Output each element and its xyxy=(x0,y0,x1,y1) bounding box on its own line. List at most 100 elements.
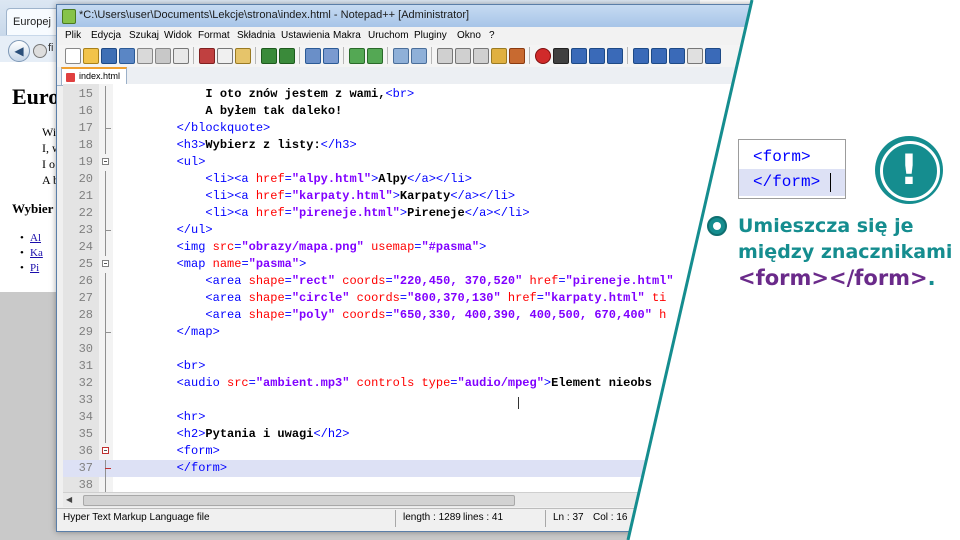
code-line[interactable]: 29 </map> xyxy=(63,324,817,341)
menu-okno[interactable]: Okno xyxy=(457,30,481,41)
code-line[interactable]: 15 I oto znów jestem z wami,<br> xyxy=(63,86,817,103)
code-line[interactable]: 32 <audio src="ambient.mp3" controls typ… xyxy=(63,375,817,392)
menu-widok[interactable]: Widok xyxy=(164,30,192,41)
code-text[interactable]: <li><a href="karpaty.html">Karpaty</a></… xyxy=(119,188,515,205)
paste-icon[interactable] xyxy=(235,48,251,64)
word-wrap-icon[interactable] xyxy=(437,48,453,64)
menu-uruchom[interactable]: Uruchom xyxy=(368,30,409,41)
address-bar[interactable]: fi xyxy=(48,42,54,54)
sync-vertical-icon[interactable] xyxy=(393,48,409,64)
undo-icon[interactable] xyxy=(261,48,277,64)
menu-skladnia[interactable]: Składnia xyxy=(237,30,275,41)
plugin-icon[interactable] xyxy=(705,48,721,64)
code-text[interactable]: </map> xyxy=(119,324,220,341)
menu-plik[interactable]: Plik xyxy=(65,30,81,41)
stop-macro-icon[interactable] xyxy=(553,48,569,64)
plugin-icon[interactable] xyxy=(669,48,685,64)
save-macro-icon[interactable] xyxy=(607,48,623,64)
scrollbar-thumb[interactable] xyxy=(83,495,515,506)
code-line[interactable]: 25 <map name="pasma"> xyxy=(63,256,817,273)
code-line[interactable]: 31 <br> xyxy=(63,358,817,375)
code-text[interactable]: <h2>Pytania i uwagi</h2> xyxy=(119,426,350,443)
code-line[interactable]: 21 <li><a href="karpaty.html">Karpaty</a… xyxy=(63,188,817,205)
cut-icon[interactable] xyxy=(199,48,215,64)
fold-toggle-icon[interactable] xyxy=(102,260,109,267)
code-line[interactable]: 18 <h3>Wybierz z listy:</h3> xyxy=(63,137,817,154)
code-text[interactable]: <img src="obrazy/mapa.png" usemap="#pasm… xyxy=(119,239,487,256)
code-text[interactable]: <h3>Wybierz z listy:</h3> xyxy=(119,137,357,154)
doc-map-icon[interactable] xyxy=(509,48,525,64)
code-text[interactable]: <area shape="rect" coords="220,450, 370,… xyxy=(119,273,673,290)
plugin-icon[interactable] xyxy=(633,48,649,64)
code-text[interactable]: <hr> xyxy=(119,409,206,426)
menu-szukaj[interactable]: Szukaj xyxy=(129,30,159,41)
zoom-out-icon[interactable] xyxy=(367,48,383,64)
code-text[interactable]: </ul> xyxy=(119,222,213,239)
replace-icon[interactable] xyxy=(323,48,339,64)
code-text[interactable]: <br> xyxy=(119,358,206,375)
fold-toggle-icon[interactable] xyxy=(102,158,109,165)
fold-toggle-icon[interactable] xyxy=(102,447,109,454)
code-line[interactable]: 24 <img src="obrazy/mapa.png" usemap="#p… xyxy=(63,239,817,256)
code-text[interactable]: </blockquote> xyxy=(119,120,271,137)
save-icon[interactable] xyxy=(101,48,117,64)
menu-ustawienia[interactable]: Ustawienia xyxy=(281,30,330,41)
code-line[interactable]: 17 </blockquote> xyxy=(63,120,817,137)
code-line[interactable]: 33 xyxy=(63,392,817,409)
indent-guide-icon[interactable] xyxy=(473,48,489,64)
menu-format[interactable]: Format xyxy=(198,30,230,41)
menu-pluginy[interactable]: Pluginy xyxy=(414,30,447,41)
code-text[interactable]: <area shape="circle" coords="800,370,130… xyxy=(119,290,666,307)
code-text[interactable]: <map name="pasma"> xyxy=(119,256,307,273)
record-macro-icon[interactable] xyxy=(535,48,551,64)
menu-help[interactable]: ? xyxy=(489,30,495,41)
copy-icon[interactable] xyxy=(217,48,233,64)
print-icon[interactable] xyxy=(173,48,189,64)
code-text[interactable]: </form> xyxy=(119,460,227,477)
play-macro-icon[interactable] xyxy=(571,48,587,64)
new-file-icon[interactable] xyxy=(65,48,81,64)
find-icon[interactable] xyxy=(305,48,321,64)
zoom-in-icon[interactable] xyxy=(349,48,365,64)
back-arrow-icon[interactable]: ◀ xyxy=(8,40,30,62)
horizontal-scrollbar[interactable]: ◀ xyxy=(63,492,817,507)
code-text[interactable]: <li><a href="alpy.html">Alpy</a></li> xyxy=(119,171,471,188)
close-all-icon[interactable] xyxy=(155,48,171,64)
code-line[interactable]: 22 <li><a href="pireneje.html">Pireneje<… xyxy=(63,205,817,222)
code-line[interactable]: 36 <form> xyxy=(63,443,817,460)
code-line[interactable]: 19 <ul> xyxy=(63,154,817,171)
redo-icon[interactable] xyxy=(279,48,295,64)
sync-horizontal-icon[interactable] xyxy=(411,48,427,64)
page-link[interactable]: Al xyxy=(20,232,41,244)
language-icon[interactable] xyxy=(491,48,507,64)
code-editor[interactable]: 15 I oto znów jestem z wami,<br> 16 A był… xyxy=(63,84,817,492)
code-text[interactable]: <area shape="poly" coords="650,330, 400,… xyxy=(119,307,666,324)
code-line[interactable]: 16 A byłem tak daleko! xyxy=(63,103,817,120)
code-line[interactable]: 34 <hr> xyxy=(63,409,817,426)
code-text[interactable]: <li><a href="pireneje.html">Pireneje</a>… xyxy=(119,205,529,222)
code-line[interactable]: 37 </form> xyxy=(63,460,817,477)
code-text[interactable]: <form> xyxy=(119,443,220,460)
run-macro-multiple-icon[interactable] xyxy=(589,48,605,64)
code-line[interactable]: 27 <area shape="circle" coords="800,370,… xyxy=(63,290,817,307)
code-text[interactable]: I oto znów jestem z wami,<br> xyxy=(119,86,414,103)
code-text[interactable]: A byłem tak daleko! xyxy=(119,103,342,120)
code-line[interactable]: 23 </ul> xyxy=(63,222,817,239)
save-all-icon[interactable] xyxy=(119,48,135,64)
code-line[interactable]: 30 xyxy=(63,341,817,358)
code-text[interactable]: <ul> xyxy=(119,154,206,171)
scroll-left-icon[interactable]: ◀ xyxy=(66,495,72,504)
code-line[interactable]: 26 <area shape="rect" coords="220,450, 3… xyxy=(63,273,817,290)
code-line[interactable]: 28 <area shape="poly" coords="650,330, 4… xyxy=(63,307,817,324)
code-text[interactable]: <audio src="ambient.mp3" controls type="… xyxy=(119,375,652,392)
menu-edycja[interactable]: Edycja xyxy=(91,30,121,41)
code-line[interactable]: 35 <h2>Pytania i uwagi</h2> xyxy=(63,426,817,443)
spellcheck-icon[interactable] xyxy=(687,48,703,64)
page-link[interactable]: Ka xyxy=(20,247,43,259)
plugin-icon[interactable] xyxy=(651,48,667,64)
show-all-chars-icon[interactable] xyxy=(455,48,471,64)
page-link[interactable]: Pi xyxy=(20,262,39,274)
close-file-icon[interactable] xyxy=(137,48,153,64)
menu-makra[interactable]: Makra xyxy=(333,30,361,41)
code-line[interactable]: 38 xyxy=(63,477,817,492)
